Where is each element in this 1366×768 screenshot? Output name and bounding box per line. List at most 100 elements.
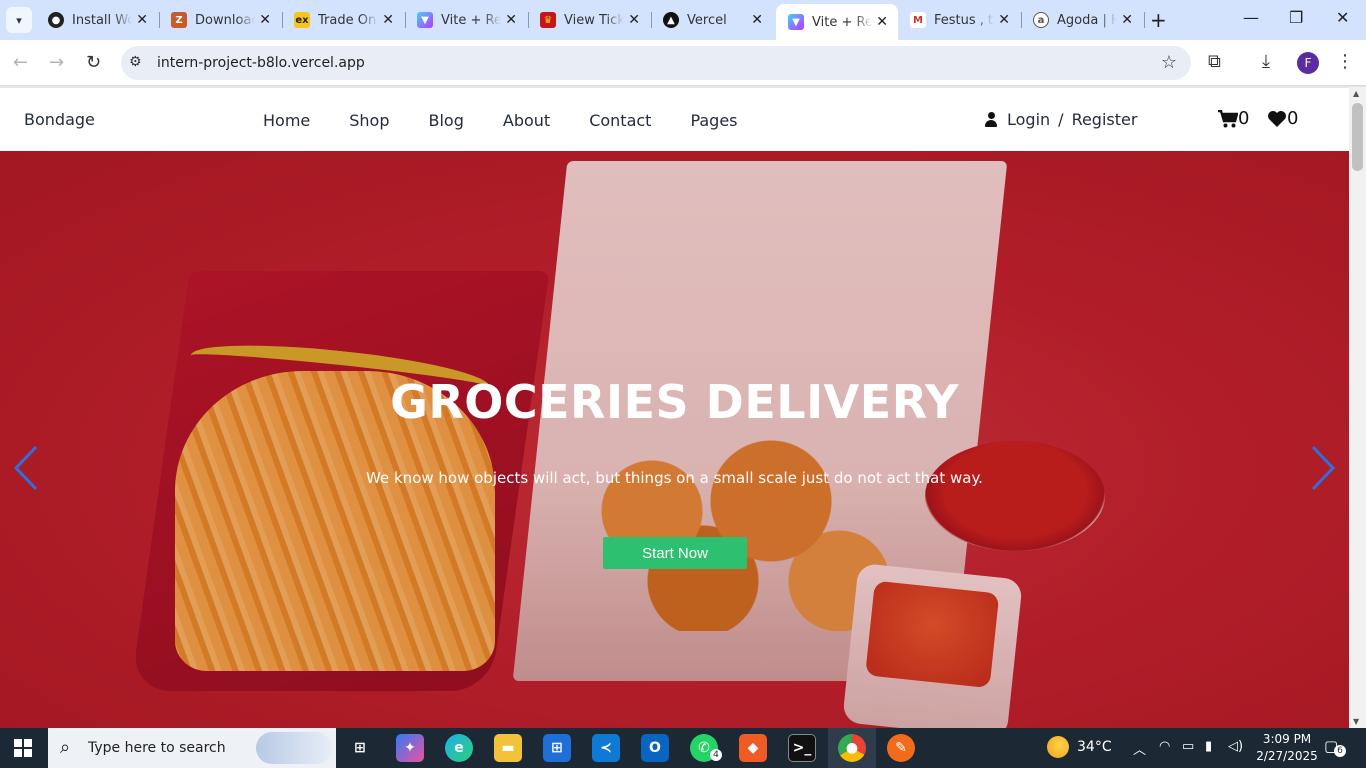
scroll-up-arrow[interactable]: ▲ xyxy=(1353,89,1359,98)
tab-view-tickets[interactable]: ♛ View Tick ✕ xyxy=(528,4,650,36)
nav-about[interactable]: About xyxy=(503,111,550,130)
vercel-icon: ▲ xyxy=(663,12,679,28)
register-link[interactable]: Register xyxy=(1072,110,1138,129)
nav-shop[interactable]: Shop xyxy=(349,111,389,130)
tab-trade[interactable]: ex Trade Onl ✕ xyxy=(282,4,404,36)
brave-icon[interactable]: ◆ xyxy=(739,734,767,762)
login-register: Login / Register xyxy=(985,110,1137,129)
gmail-icon: M xyxy=(910,12,926,28)
download-site-icon: Z xyxy=(171,12,187,28)
url-text[interactable]: intern-project-b8lo.vercel.app xyxy=(157,55,365,71)
volume-icon[interactable]: ◁) xyxy=(1228,739,1243,754)
chrome-icon[interactable]: ● xyxy=(838,734,866,762)
login-link[interactable]: Login xyxy=(1007,110,1050,129)
forward-button[interactable]: → xyxy=(49,52,64,73)
task-view-icon[interactable]: ⊞ xyxy=(346,734,374,762)
carousel-next-button[interactable] xyxy=(1309,443,1339,493)
wishlist-button[interactable]: 0 xyxy=(1267,108,1298,129)
browser-tab-strip: ▾ ● Install Wo ✕ Z Downloac ✕ ex Trade O… xyxy=(0,0,1366,40)
site-info-icon[interactable]: ⚙ xyxy=(129,54,142,70)
tab-title: Agoda | H xyxy=(1057,12,1117,28)
windows-start-icon[interactable] xyxy=(14,739,32,757)
outlook-icon[interactable]: O xyxy=(641,734,669,762)
hero-overlay xyxy=(0,151,1349,728)
tab-download[interactable]: Z Downloac ✕ xyxy=(159,4,281,36)
nav-contact[interactable]: Contact xyxy=(589,111,651,130)
close-icon[interactable]: ✕ xyxy=(998,12,1010,28)
weather-temp: 34°C xyxy=(1077,739,1112,755)
tab-gmail[interactable]: M Festus , tc ✕ xyxy=(898,4,1020,36)
whatsapp-badge: 4 xyxy=(710,749,722,761)
battery-icon[interactable]: ▮ xyxy=(1205,739,1212,754)
terminal-icon[interactable]: >_ xyxy=(788,734,816,762)
edge-icon[interactable]: e xyxy=(445,734,473,762)
start-now-button[interactable]: Start Now xyxy=(603,537,747,569)
tab-install[interactable]: ● Install Wo ✕ xyxy=(36,4,158,36)
cart-icon xyxy=(1218,109,1238,127)
wifi-icon[interactable]: ◠ xyxy=(1159,739,1170,754)
reload-button[interactable]: ↻ xyxy=(86,52,101,73)
close-icon[interactable]: ✕ xyxy=(505,12,517,28)
carousel-prev-button[interactable] xyxy=(10,443,40,493)
close-icon[interactable]: ✕ xyxy=(876,14,888,30)
restore-button[interactable]: ❐ xyxy=(1289,8,1303,27)
pen-app-icon[interactable]: ✎ xyxy=(887,734,915,762)
wishlist-count: 0 xyxy=(1287,108,1299,129)
tab-agoda[interactable]: a Agoda | H ✕ xyxy=(1021,4,1143,36)
file-explorer-icon[interactable]: ▬ xyxy=(494,734,522,762)
hero-subtitle: We know how objects will act, but things… xyxy=(366,469,983,487)
vscode-icon[interactable]: ≺ xyxy=(592,734,620,762)
cart-count: 0 xyxy=(1238,108,1250,129)
separator: / xyxy=(1058,110,1064,129)
new-tab-button[interactable]: + xyxy=(1150,8,1167,32)
tab-search-button[interactable]: ▾ xyxy=(6,7,32,33)
crown-icon: ♛ xyxy=(540,12,556,28)
tab-vite-1[interactable]: ▼ Vite + Re ✕ xyxy=(405,4,527,36)
search-highlight-image xyxy=(256,732,332,764)
chevron-right-icon xyxy=(1311,445,1336,491)
scroll-thumb[interactable] xyxy=(1352,103,1363,171)
tab-vercel[interactable]: ▲ Vercel ✕ xyxy=(651,4,773,36)
taskbar-search[interactable]: ⌕ Type here to search xyxy=(48,728,336,768)
nav-home[interactable]: Home xyxy=(263,111,310,130)
profile-avatar[interactable]: F xyxy=(1297,52,1319,74)
tray-expand-icon[interactable]: ︿ xyxy=(1133,739,1146,758)
close-icon[interactable]: ✕ xyxy=(628,12,640,28)
main-nav: Home Shop Blog About Contact Pages xyxy=(263,111,777,130)
nav-pages[interactable]: Pages xyxy=(690,111,737,130)
display-icon[interactable]: ▭ xyxy=(1182,739,1194,754)
bookmark-star-icon[interactable]: ☆ xyxy=(1161,52,1177,73)
tab-vite-active[interactable]: ▼ Vite + Re ✕ xyxy=(776,4,898,40)
tab-title: Vercel xyxy=(687,12,727,28)
window-close-button[interactable]: ✕ xyxy=(1336,8,1349,27)
close-icon[interactable]: ✕ xyxy=(1121,12,1133,28)
close-icon[interactable]: ✕ xyxy=(751,12,763,28)
scroll-down-arrow[interactable]: ▼ xyxy=(1353,717,1359,726)
minimize-button[interactable]: — xyxy=(1243,8,1259,27)
page-scrollbar[interactable]: ▲ ▼ xyxy=(1349,87,1366,728)
cart-button[interactable]: 0 xyxy=(1218,108,1249,129)
search-placeholder[interactable]: Type here to search xyxy=(88,740,226,756)
downloads-icon[interactable]: ⤓ xyxy=(1262,51,1270,72)
clock-date: 2/27/2025 xyxy=(1256,749,1318,763)
close-icon[interactable]: ✕ xyxy=(136,12,148,28)
close-icon[interactable]: ✕ xyxy=(259,12,271,28)
close-icon[interactable]: ✕ xyxy=(382,12,394,28)
brand-logo[interactable]: Bondage xyxy=(24,110,95,129)
microsoft-store-icon[interactable]: ⊞ xyxy=(543,734,571,762)
heart-icon xyxy=(1268,110,1286,127)
taskbar-clock[interactable]: 3:09 PM 2/27/2025 xyxy=(1252,731,1322,765)
hero-carousel: GROCERIES DELIVERY We know how objects w… xyxy=(0,151,1349,728)
address-bar[interactable]: ⚙ intern-project-b8lo.vercel.app ☆ xyxy=(121,46,1191,80)
tab-title: Downloac xyxy=(195,12,255,28)
tab-title: Vite + Re xyxy=(812,14,872,30)
menu-icon[interactable]: ⋮ xyxy=(1336,51,1354,72)
back-button[interactable]: ← xyxy=(13,52,28,73)
weather-widget[interactable]: 34°C xyxy=(1047,736,1112,758)
extensions-icon[interactable]: ⧉ xyxy=(1208,51,1221,72)
nav-blog[interactable]: Blog xyxy=(429,111,464,130)
tab-title: Install Wo xyxy=(72,12,132,28)
browser-toolbar: ← → ↻ ⚙ intern-project-b8lo.vercel.app ☆… xyxy=(0,40,1366,86)
copilot-icon[interactable]: ✦ xyxy=(396,734,424,762)
exness-icon: ex xyxy=(294,12,310,28)
